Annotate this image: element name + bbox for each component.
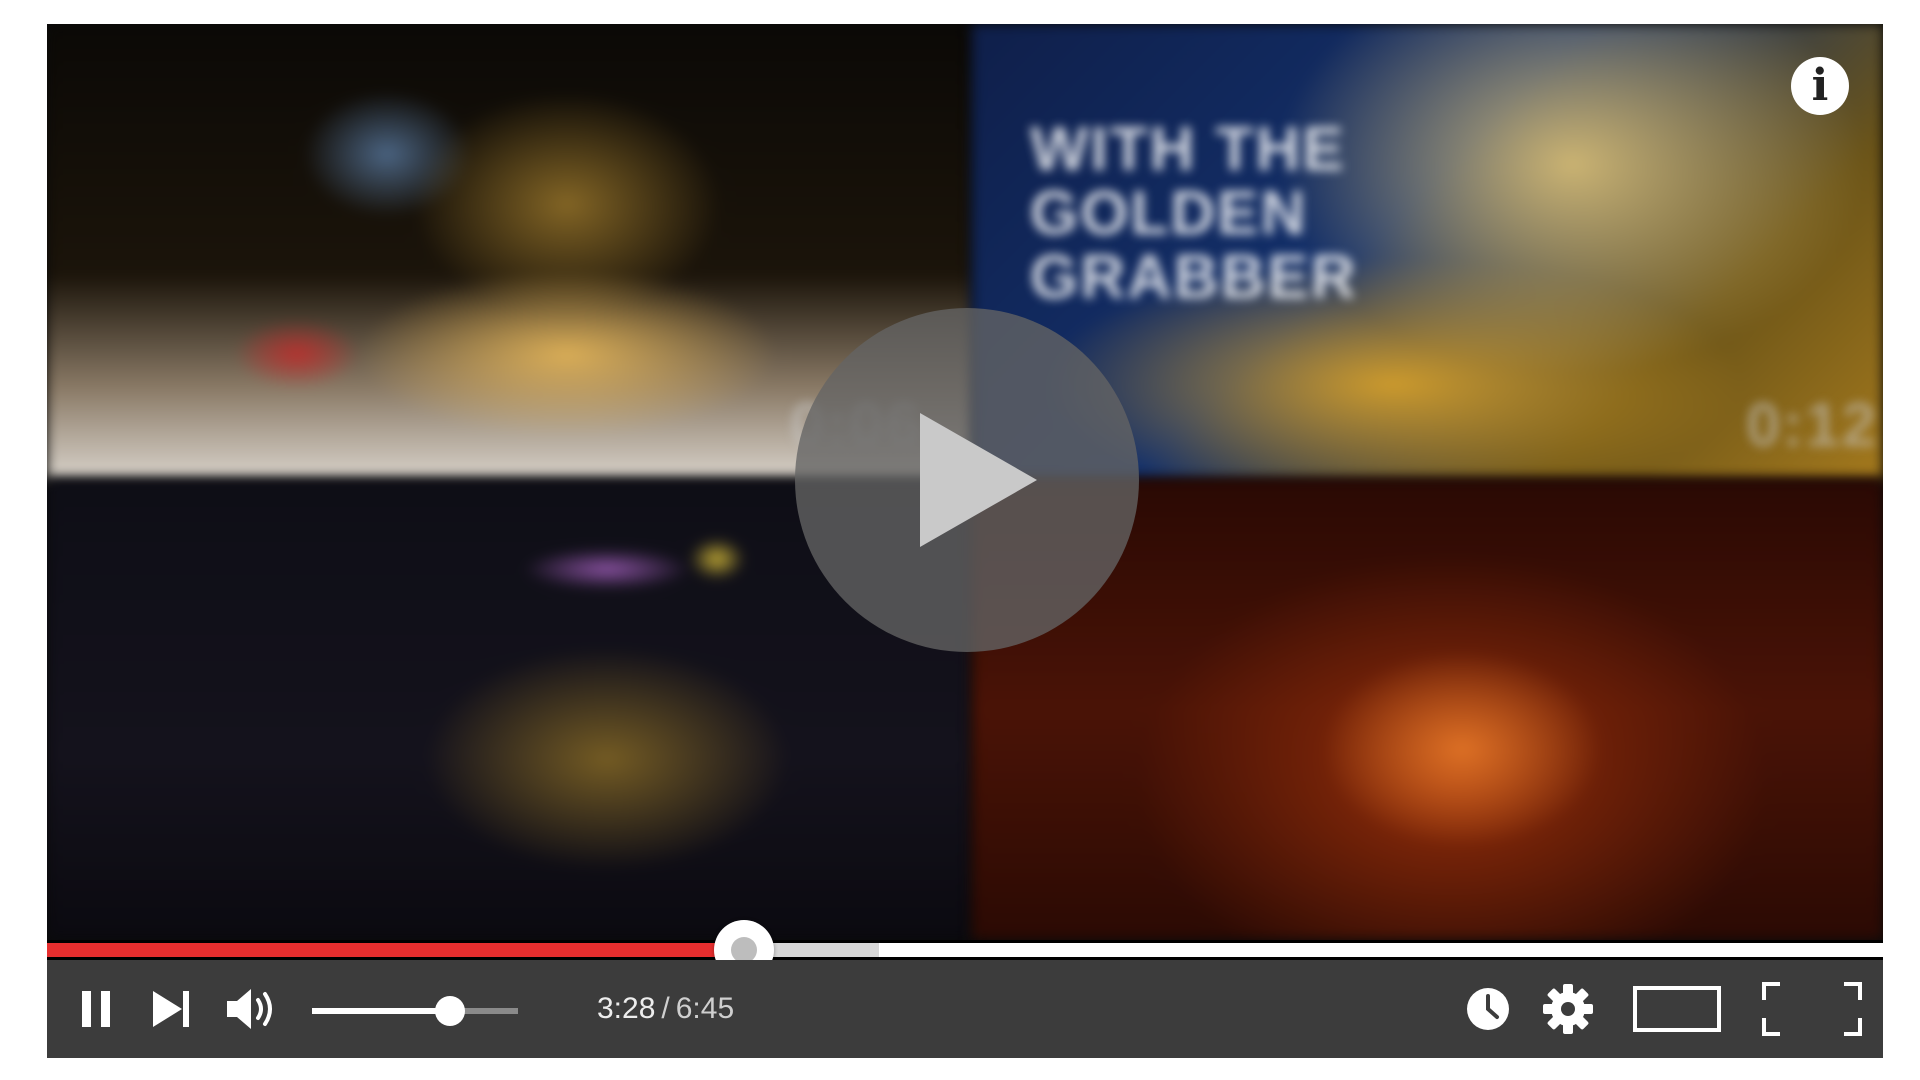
control-bar: 3:28 / 6:45 <box>47 960 1883 1058</box>
time-display: 3:28 / 6:45 <box>597 960 734 1058</box>
duration: 6:45 <box>675 992 735 1025</box>
theater-mode-icon <box>1633 986 1721 1032</box>
time-separator: / <box>661 992 670 1025</box>
watch-later-button[interactable] <box>1458 960 1518 1058</box>
volume-icon <box>227 989 272 1029</box>
clock-icon <box>1467 988 1509 1030</box>
video-title-overlay: WITH THE GOLDEN GRABBER <box>1030 115 1358 312</box>
big-play-button[interactable] <box>795 308 1139 652</box>
current-time: 3:28 <box>597 992 656 1025</box>
fullscreen-icon <box>1762 982 1862 1036</box>
pause-button[interactable] <box>69 960 125 1058</box>
next-icon <box>153 991 189 1027</box>
gear-icon <box>1543 984 1593 1034</box>
progress-played <box>47 943 744 957</box>
info-button[interactable]: i <box>1791 57 1849 115</box>
info-icon: i <box>1811 60 1829 111</box>
progress-bar[interactable] <box>47 920 1883 980</box>
volume-slider[interactable] <box>312 960 518 1058</box>
settings-button[interactable] <box>1537 960 1599 1058</box>
pause-icon <box>82 991 110 1027</box>
volume-slider-handle[interactable] <box>435 996 466 1026</box>
play-icon <box>920 413 1037 547</box>
theater-mode-button[interactable] <box>1627 960 1727 1058</box>
next-button[interactable] <box>144 960 200 1058</box>
volume-button[interactable] <box>222 960 288 1058</box>
video-timestamp-overlay: 0:12 <box>1746 391 1879 460</box>
volume-level <box>312 1008 451 1014</box>
fullscreen-button[interactable] <box>1752 960 1872 1058</box>
